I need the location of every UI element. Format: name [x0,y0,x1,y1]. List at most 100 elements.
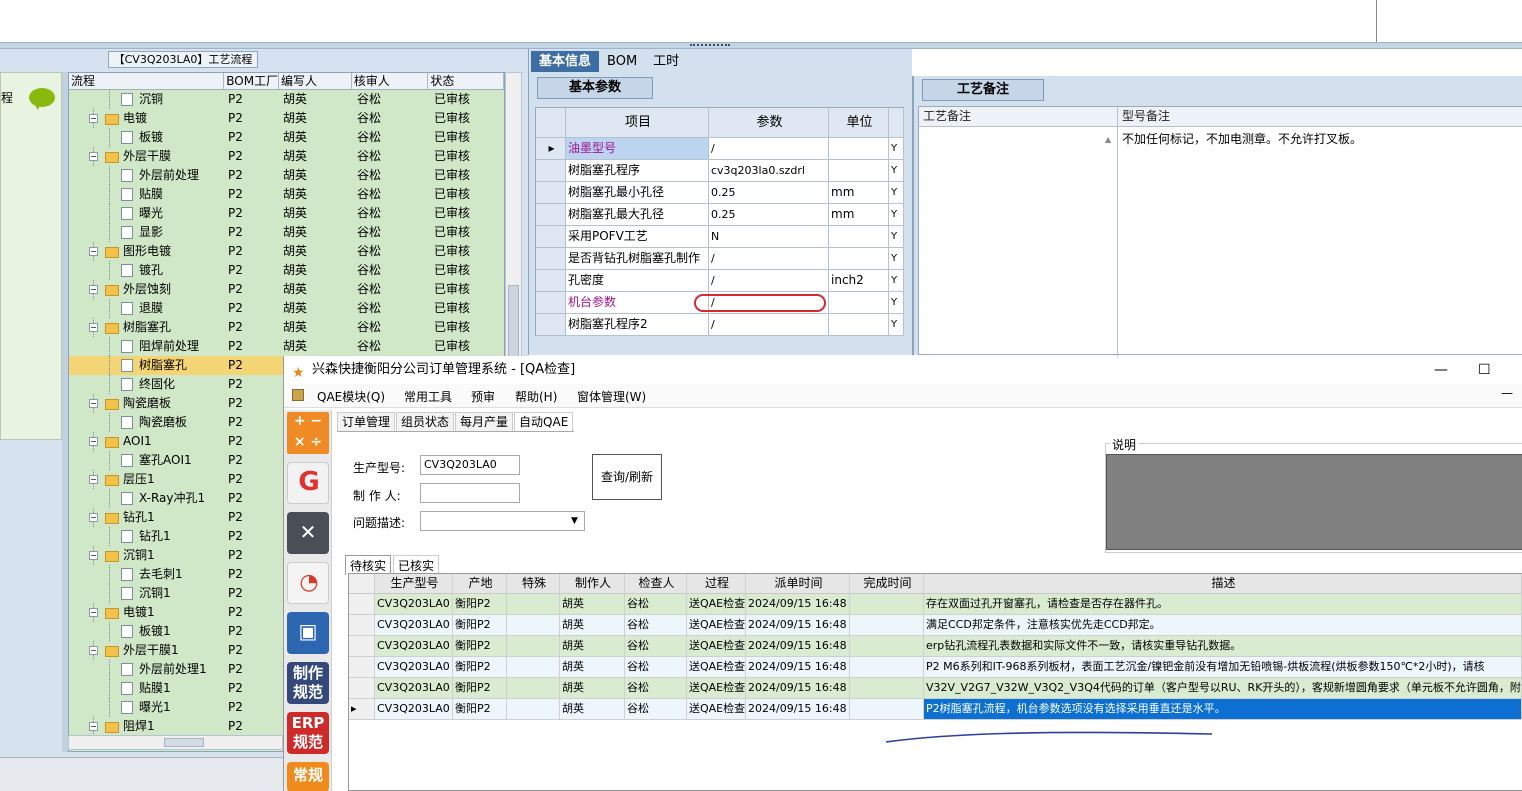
qa-grid-row[interactable]: CV3Q203LA0 衡阳P2 胡英 谷松 送QAE检查 2024/09/15 16:48… [349,636,1522,657]
collapse-toggle-icon[interactable]: − [89,114,98,123]
menu-help[interactable]: 帮助(H) [515,388,557,405]
col-writer[interactable]: 编写人 [279,73,352,89]
row-indicator[interactable] [536,160,566,181]
collapse-toggle-icon[interactable]: − [89,646,98,655]
col-special[interactable]: 特殊 [507,574,560,593]
row-indicator[interactable] [349,657,375,677]
maker-input[interactable] [420,483,520,503]
col-process[interactable]: 过程 [687,574,746,593]
tree-row[interactable]: − 电镀 P2 胡英 谷松 已审核 [69,109,504,128]
tree-row[interactable]: 阻焊前处理 P2 胡英 谷松 已审核 [69,337,504,356]
cell-dispatch-time[interactable]: 2024/09/15 16:48 [746,615,850,635]
common-rule-button[interactable]: 常规 [287,762,329,791]
col-model[interactable]: 生产型号 [375,574,453,593]
cell-special[interactable] [507,699,560,719]
param-flag[interactable]: Y [889,204,904,225]
tree-row[interactable]: 外层前处理 P2 胡英 谷松 已审核 [69,166,504,185]
param-item[interactable]: 采用POFV工艺 [566,226,709,247]
param-item[interactable]: 树脂塞孔最大孔径 [566,204,709,225]
col-checker[interactable]: 检查人 [625,574,687,593]
param-row[interactable]: 采用POFV工艺 N Y [536,226,904,248]
param-item[interactable]: 机台参数 [566,292,709,313]
collapse-toggle-icon[interactable]: − [89,399,98,408]
param-unit[interactable] [829,160,889,181]
param-flag[interactable]: Y [889,138,904,159]
cell-checker[interactable]: 谷松 [625,636,687,656]
tools-icon[interactable]: ✕ [287,512,329,554]
tree-row[interactable]: − 外层干膜 P2 胡英 谷松 已审核 [69,147,504,166]
cell-site[interactable]: 衡阳P2 [453,657,507,677]
tree-horizontal-scrollbar[interactable] [68,735,283,750]
chevron-down-icon[interactable]: ▼ [571,512,578,530]
param-unit[interactable] [829,314,889,335]
tab-order-manage[interactable]: 订单管理 [337,412,396,431]
g-logo-icon[interactable]: G [287,462,329,504]
cell-site[interactable]: 衡阳P2 [453,699,507,719]
notes-body[interactable]: 工艺备注 型号备注 不加任何标记，不加电测章。不允许打叉板。 ▲ [918,106,1522,356]
param-item[interactable]: 树脂塞孔程序2 [566,314,709,335]
row-indicator[interactable] [536,292,566,313]
cell-maker[interactable]: 胡英 [560,636,625,656]
cell-model[interactable]: CV3Q203LA0 [375,657,453,677]
cell-finish-time[interactable] [850,678,924,698]
cell-finish-time[interactable] [850,699,924,719]
maximize-button[interactable]: ☐ [1478,357,1491,383]
param-flag[interactable]: Y [889,226,904,247]
cell-checker[interactable]: 谷松 [625,657,687,677]
param-flag[interactable]: Y [889,292,904,313]
param-value[interactable]: cv3q203la0.szdrl [709,160,829,181]
make-rule-button[interactable]: 制作规范 [287,662,329,704]
cell-checker[interactable]: 谷松 [625,699,687,719]
cell-model[interactable]: CV3Q203LA0 [375,636,453,656]
cell-dispatch-time[interactable]: 2024/09/15 16:48 [746,657,850,677]
issue-select[interactable]: ▼ [420,511,585,531]
row-indicator[interactable]: ▸ [536,138,566,159]
param-unit[interactable]: inch2 [829,270,889,291]
collapse-toggle-icon[interactable]: − [89,437,98,446]
chart-icon[interactable]: ◔ [287,562,329,604]
cell-site[interactable]: 衡阳P2 [453,678,507,698]
cell-site[interactable]: 衡阳P2 [453,636,507,656]
cell-special[interactable] [507,594,560,614]
collapse-toggle-icon[interactable]: − [89,323,98,332]
collapse-toggle-icon[interactable]: − [89,608,98,617]
cell-process[interactable]: 送QAE检查 [687,615,746,635]
col-param[interactable]: 参数 [709,108,829,137]
row-indicator[interactable] [536,270,566,291]
tree-row[interactable]: − 外层蚀刻 P2 胡英 谷松 已审核 [69,280,504,299]
qa-title-bar[interactable]: ★ 兴森快捷衡阳分公司订单管理系统 - [QA检查] — ☐ [284,356,1522,384]
calculator-icon[interactable]: + − × ÷ [287,412,329,454]
tree-row[interactable]: − 树脂塞孔 P2 胡英 谷松 已审核 [69,318,504,337]
row-indicator[interactable] [536,182,566,203]
param-value[interactable]: / [709,314,829,335]
param-row[interactable]: 树脂塞孔最小孔径 0.25 mm Y [536,182,904,204]
qa-grid-row[interactable]: CV3Q203LA0 衡阳P2 胡英 谷松 送QAE检查 2024/09/15 16:48… [349,678,1522,699]
cell-dispatch-time[interactable]: 2024/09/15 16:48 [746,594,850,614]
tree-row[interactable]: 沉铜 P2 胡英 谷松 已审核 [69,90,504,109]
row-indicator[interactable] [349,615,375,635]
qa-grid-row[interactable]: CV3Q203LA0 衡阳P2 胡英 谷松 送QAE检查 2024/09/15 16:48… [349,657,1522,678]
param-item[interactable]: 油墨型号 [566,138,709,159]
cell-checker[interactable]: 谷松 [625,594,687,614]
tree-row[interactable]: 曝光 P2 胡英 谷松 已审核 [69,204,504,223]
cell-dispatch-time[interactable]: 2024/09/15 16:48 [746,678,850,698]
param-row[interactable]: 孔密度 / inch2 Y [536,270,904,292]
cell-description[interactable]: P2 M6系列和IT-968系列板材，表面工艺沉金/镍钯金前没有增加无铅喷锡-烘… [924,657,1522,677]
collapse-toggle-icon[interactable]: − [89,513,98,522]
col-maker[interactable]: 制作人 [560,574,625,593]
cell-model[interactable]: CV3Q203LA0 [375,699,453,719]
param-row[interactable]: 树脂塞孔程序 cv3q203la0.szdrl Y [536,160,904,182]
cell-maker[interactable]: 胡英 [560,678,625,698]
model-note-text[interactable]: 不加任何标记，不加电测章。不允许打叉板。 [1122,130,1362,147]
minimize-button[interactable]: — [1434,357,1448,383]
cell-maker[interactable]: 胡英 [560,594,625,614]
cell-maker[interactable]: 胡英 [560,657,625,677]
tab-basic-info[interactable]: 基本信息 [531,51,600,72]
param-flag[interactable]: Y [889,160,904,181]
cell-model[interactable]: CV3Q203LA0 [375,678,453,698]
cell-site[interactable]: 衡阳P2 [453,594,507,614]
param-unit[interactable] [829,248,889,269]
up-arrow-icon[interactable]: ▲ [1105,135,1111,144]
cell-special[interactable] [507,636,560,656]
tree-row[interactable]: 退膜 P2 胡英 谷松 已审核 [69,299,504,318]
